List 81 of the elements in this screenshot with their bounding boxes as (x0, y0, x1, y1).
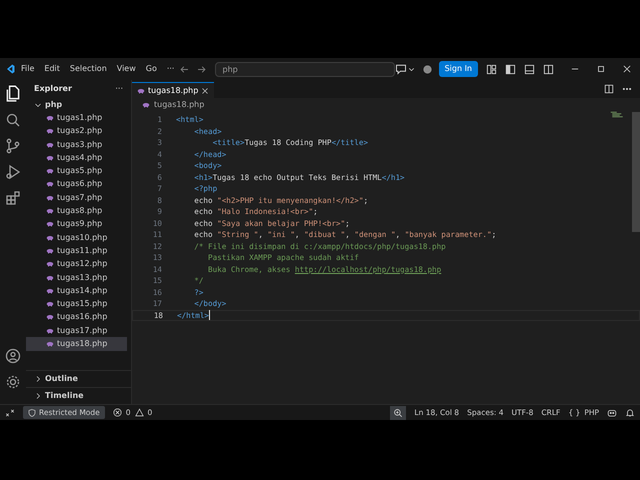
php-file-icon (46, 194, 54, 202)
explorer-entry[interactable]: tugas3.php (26, 138, 131, 152)
run-debug-icon[interactable] (5, 164, 21, 180)
php-file-icon (46, 274, 54, 282)
editor-tab[interactable]: tugas18.php (132, 82, 214, 98)
menu-item[interactable]: Edit (39, 63, 65, 75)
php-file-icon (46, 220, 54, 228)
explorer-entry[interactable]: tugas1.php (26, 111, 131, 125)
search-icon[interactable] (5, 112, 21, 128)
chat-icon[interactable] (394, 63, 407, 75)
account-icon[interactable] (5, 348, 21, 364)
copilot-icon[interactable] (607, 408, 617, 418)
php-file-icon (46, 234, 54, 242)
search-field[interactable]: php (215, 62, 395, 76)
error-icon (112, 408, 122, 417)
php-file-icon (46, 180, 54, 188)
files-icon[interactable] (4, 84, 22, 102)
shield-icon (28, 408, 36, 416)
php-file-icon (46, 340, 54, 348)
sidebar-toggle-icon[interactable] (505, 64, 516, 74)
split-editor-icon[interactable] (604, 84, 614, 94)
close-icon[interactable] (201, 86, 210, 94)
explorer-entry[interactable]: tugas8.php (26, 204, 131, 218)
explorer-entry[interactable]: tugas9.php (26, 218, 131, 231)
breadcrumb-item[interactable]: tugas18.php (154, 98, 204, 110)
php-file-icon (137, 86, 145, 94)
menu-item[interactable]: File (16, 63, 40, 75)
explorer-entry[interactable]: tugas16.php (26, 310, 131, 324)
php-file-icon (46, 246, 54, 255)
panel-toggle-icon[interactable] (524, 64, 535, 74)
split-layout-icon[interactable] (543, 64, 554, 74)
explorer-entry[interactable]: tugas13.php (26, 270, 131, 284)
forward-arrow-icon[interactable] (196, 64, 208, 74)
php-file-icon (46, 313, 54, 322)
chevron-icon[interactable] (34, 375, 42, 383)
menu-item[interactable]: View (112, 63, 141, 75)
bell-icon[interactable] (625, 408, 635, 418)
php-file-icon (46, 286, 54, 295)
php-file-icon (46, 154, 54, 162)
explorer-entry[interactable]: tugas17.php (26, 324, 131, 338)
restore-icon[interactable] (596, 64, 606, 74)
sign-in-button[interactable]: Sign In (438, 61, 478, 77)
menu-item[interactable]: ··· (162, 63, 180, 75)
section-header[interactable]: Outline (26, 370, 131, 387)
close-icon[interactable] (622, 64, 632, 74)
explorer-entry[interactable]: tugas2.php (26, 124, 131, 138)
more-actions-button[interactable]: ··· (115, 83, 123, 95)
layout-icon[interactable] (486, 64, 497, 74)
menu-item[interactable]: Selection (64, 63, 112, 75)
php-file-icon (46, 326, 54, 335)
explorer-entry[interactable]: tugas7.php (26, 191, 131, 204)
php-file-icon (46, 140, 54, 149)
explorer-entry[interactable]: tugas10.php (26, 230, 131, 244)
back-arrow-icon[interactable] (179, 64, 190, 74)
php-file-icon (46, 114, 54, 122)
php-file-icon (46, 260, 54, 268)
chevron-icon[interactable] (34, 392, 42, 400)
explorer-entry[interactable]: tugas5.php (26, 164, 131, 178)
php-file-icon (142, 100, 150, 108)
warning-icon (134, 408, 144, 417)
php-file-icon (46, 167, 54, 176)
scrollbar[interactable] (632, 112, 640, 232)
explorer-entry[interactable]: tugas4.php (26, 151, 131, 164)
php-file-icon (46, 127, 54, 136)
php-file-icon (46, 207, 54, 216)
folder-item[interactable]: php (26, 98, 131, 112)
explorer-entry[interactable]: tugas12.php (26, 258, 131, 271)
zoom-icon[interactable] (390, 406, 406, 420)
sidebar-title: Explorer (34, 83, 72, 95)
explorer-entry[interactable]: tugas15.php (26, 297, 131, 311)
menu-item[interactable]: Go (140, 63, 162, 75)
settings-icon[interactable] (5, 374, 21, 390)
account-icon[interactable] (422, 64, 433, 74)
explorer-entry[interactable]: tugas11.php (26, 244, 131, 258)
extensions-icon[interactable] (5, 190, 21, 206)
text-cursor (209, 310, 210, 320)
explorer-entry[interactable]: tugas14.php (26, 284, 131, 298)
php-file-icon (46, 300, 54, 308)
explorer-entry[interactable]: tugas6.php (26, 178, 131, 192)
source-control-icon[interactable] (5, 138, 21, 154)
explorer-entry[interactable]: tugas18.php (26, 337, 127, 351)
